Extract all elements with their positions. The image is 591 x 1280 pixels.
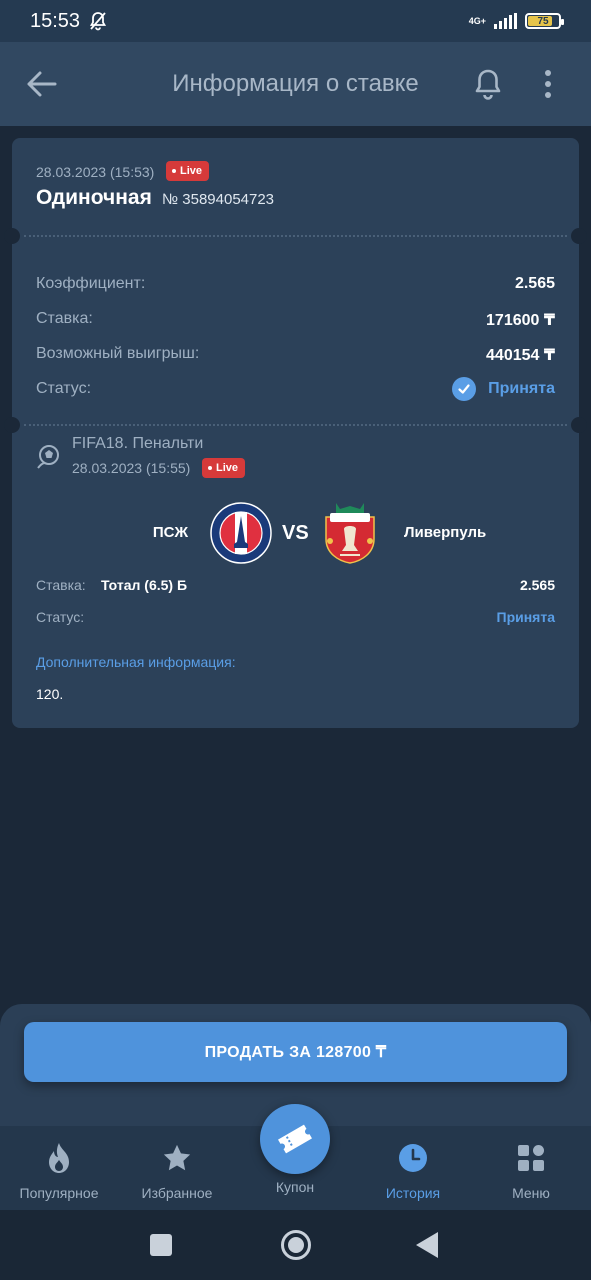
event-date: 28.03.2023 (15:55) bbox=[72, 460, 191, 476]
coef-value: 2.565 bbox=[514, 275, 555, 292]
stake-label: Ставка: bbox=[36, 310, 93, 327]
status-value: Принята bbox=[488, 380, 555, 397]
coupon-button[interactable] bbox=[260, 1104, 330, 1174]
status-label: Статус: bbox=[36, 380, 92, 397]
event-status-label: Статус: bbox=[36, 609, 85, 625]
bet-type: Одиночная bbox=[36, 186, 152, 209]
event-stake-value: Тотал (6.5) Б bbox=[101, 577, 188, 593]
nav-label: Избранное bbox=[141, 1185, 213, 1201]
nav-label: Популярное bbox=[19, 1185, 99, 1201]
divider bbox=[24, 235, 567, 237]
bet-number: № 35894054723 bbox=[162, 191, 275, 208]
flame-icon bbox=[49, 1143, 69, 1173]
system-back-icon[interactable] bbox=[416, 1232, 438, 1258]
nav-item-popular[interactable]: Популярное bbox=[0, 1126, 118, 1210]
network-type: 4G+ bbox=[468, 15, 486, 26]
team1-name: ПСЖ bbox=[152, 524, 188, 541]
live-label: Live bbox=[180, 165, 203, 177]
live-badge: Live bbox=[202, 458, 246, 478]
event-stake-label: Ставка: bbox=[36, 577, 86, 593]
more-vertical-icon[interactable] bbox=[536, 68, 560, 100]
event-coef: 2.565 bbox=[519, 577, 555, 593]
bell-icon[interactable] bbox=[472, 67, 504, 101]
nav-label: Меню bbox=[512, 1185, 550, 1201]
live-badge: Live bbox=[166, 161, 210, 181]
star-icon bbox=[163, 1144, 191, 1171]
nav-label-coupon[interactable]: Купон bbox=[236, 1179, 354, 1195]
liverpool-logo-icon bbox=[325, 503, 375, 564]
event-status-value: Принята bbox=[496, 609, 556, 625]
coef-label: Коэффициент: bbox=[36, 275, 146, 292]
status-badge: Принята bbox=[452, 377, 555, 401]
home-icon[interactable] bbox=[281, 1230, 311, 1260]
mute-bell-icon bbox=[90, 12, 107, 31]
extra-info-text: 120. bbox=[36, 686, 64, 702]
divider-notch bbox=[4, 228, 20, 244]
nav-item-favorites[interactable]: Избранное bbox=[118, 1126, 236, 1210]
status-time: 15:53 bbox=[30, 9, 81, 32]
system-nav-bar bbox=[0, 1210, 591, 1280]
live-label: Live bbox=[216, 462, 239, 474]
signal-icon bbox=[494, 13, 517, 29]
recent-apps-icon[interactable] bbox=[150, 1234, 172, 1256]
extra-info-title: Дополнительная информация: bbox=[36, 654, 236, 670]
status-bar: 15:53 4G+ 75 bbox=[0, 0, 591, 42]
stake-value: 171600 ₸ bbox=[486, 312, 555, 329]
sell-button[interactable]: ПРОДАТЬ ЗА 128700 ₸ bbox=[24, 1022, 567, 1082]
grid-icon bbox=[518, 1145, 544, 1171]
divider-notch bbox=[571, 417, 587, 433]
nav-item-history[interactable]: История bbox=[354, 1126, 472, 1210]
live-dot-icon bbox=[172, 169, 176, 173]
bet-date: 28.03.2023 (15:53) bbox=[36, 164, 155, 180]
vs-label: VS bbox=[282, 522, 309, 544]
clock-icon bbox=[399, 1144, 427, 1172]
divider-notch bbox=[571, 228, 587, 244]
ticket-icon bbox=[278, 1124, 312, 1154]
event-title: FIFA18. Пенальти bbox=[72, 435, 204, 452]
divider-notch bbox=[4, 417, 20, 433]
battery-icon: 75 bbox=[525, 13, 564, 29]
live-dot-icon bbox=[208, 466, 212, 470]
possible-win-value: 440154 ₸ bbox=[486, 347, 555, 364]
battery-level: 75 bbox=[537, 15, 549, 27]
possible-win-label: Возможный выигрыш: bbox=[36, 345, 200, 362]
divider bbox=[24, 424, 567, 426]
nav-label: История bbox=[385, 1185, 441, 1201]
bet-card: 28.03.2023 (15:53) Live Одиночная № 3589… bbox=[4, 138, 587, 728]
team2-name: Ливерпуль bbox=[404, 524, 487, 541]
app-header: Информация о ставке bbox=[0, 42, 591, 126]
check-circle-icon bbox=[452, 377, 477, 401]
psg-logo-icon bbox=[210, 502, 272, 564]
bottom-nav: Популярное Избранное Купон История Меню bbox=[0, 1104, 591, 1210]
nav-item-menu[interactable]: Меню bbox=[472, 1126, 590, 1210]
esports-game-icon bbox=[37, 445, 59, 469]
